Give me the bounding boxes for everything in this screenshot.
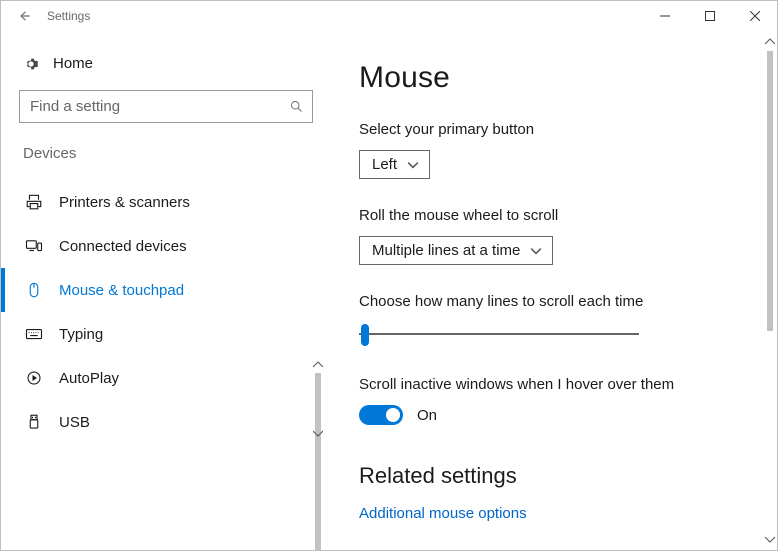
sidebar-item-autoplay[interactable]: AutoPlay xyxy=(19,356,315,400)
toggle-knob xyxy=(386,408,400,422)
devices-icon xyxy=(25,237,43,255)
sidebar-item-mouse[interactable]: Mouse & touchpad xyxy=(19,268,315,312)
scroll-mode-value: Multiple lines at a time xyxy=(372,242,520,259)
sidebar: Home Devices Printers & scanners xyxy=(1,31,323,550)
mouse-icon xyxy=(25,281,43,299)
main-content: Mouse Select your primary button Left Ro… xyxy=(323,31,777,550)
search-input[interactable] xyxy=(30,98,289,115)
arrow-left-icon xyxy=(18,9,32,23)
home-nav[interactable]: Home xyxy=(19,49,323,90)
window-controls xyxy=(642,1,777,31)
maximize-icon xyxy=(705,11,715,21)
search-box[interactable] xyxy=(19,90,313,123)
chevron-down-icon xyxy=(530,245,542,257)
primary-button-label: Select your primary button xyxy=(359,121,777,138)
maximize-button[interactable] xyxy=(687,1,732,31)
sidebar-item-label: AutoPlay xyxy=(59,370,119,387)
sidebar-item-label: Printers & scanners xyxy=(59,194,190,211)
search-icon xyxy=(289,99,304,114)
scroll-mode-label: Roll the mouse wheel to scroll xyxy=(359,207,777,224)
additional-mouse-options-link[interactable]: Additional mouse options xyxy=(359,505,777,522)
sidebar-item-typing[interactable]: Typing xyxy=(19,312,315,356)
category-label: Devices xyxy=(19,145,323,162)
related-heading: Related settings xyxy=(359,463,777,489)
window-title: Settings xyxy=(47,9,90,23)
page-heading: Mouse xyxy=(359,61,777,95)
scrollbar-arrow-up-icon[interactable] xyxy=(313,360,323,370)
body: Home Devices Printers & scanners xyxy=(1,31,777,550)
gear-icon xyxy=(23,56,39,72)
slider-thumb[interactable] xyxy=(361,324,369,346)
printer-icon xyxy=(25,193,43,211)
minimize-icon xyxy=(660,11,670,21)
scrollbar-arrow-down-icon[interactable] xyxy=(765,534,775,544)
toggle-state-label: On xyxy=(417,407,437,424)
nav-list: Printers & scanners Connected devices Mo… xyxy=(19,180,323,444)
close-button[interactable] xyxy=(732,1,777,31)
autoplay-icon xyxy=(25,369,43,387)
titlebar: Settings xyxy=(1,1,777,31)
sidebar-item-label: Typing xyxy=(59,326,103,343)
scroll-mode-combo[interactable]: Multiple lines at a time xyxy=(359,236,553,265)
scrollbar-arrow-down-icon[interactable] xyxy=(313,428,323,438)
close-icon xyxy=(750,11,760,21)
inactive-scroll-toggle[interactable] xyxy=(359,405,403,425)
home-label: Home xyxy=(53,55,93,72)
scrollbar-thumb[interactable] xyxy=(767,51,773,331)
chevron-down-icon xyxy=(407,159,419,171)
scrollbar-arrow-up-icon[interactable] xyxy=(765,37,775,47)
sidebar-item-printers[interactable]: Printers & scanners xyxy=(19,180,315,224)
scrollbar-thumb[interactable] xyxy=(315,373,321,550)
inactive-scroll-label: Scroll inactive windows when I hover ove… xyxy=(359,376,777,393)
primary-button-value: Left xyxy=(372,156,397,173)
sidebar-item-label: Connected devices xyxy=(59,238,187,255)
sidebar-item-label: USB xyxy=(59,414,90,431)
keyboard-icon xyxy=(25,325,43,343)
minimize-button[interactable] xyxy=(642,1,687,31)
lines-slider[interactable] xyxy=(359,322,639,346)
sidebar-item-label: Mouse & touchpad xyxy=(59,282,184,299)
usb-icon xyxy=(25,413,43,431)
sidebar-item-connected[interactable]: Connected devices xyxy=(19,224,315,268)
lines-slider-label: Choose how many lines to scroll each tim… xyxy=(359,293,777,310)
sidebar-item-usb[interactable]: USB xyxy=(19,400,315,444)
primary-button-combo[interactable]: Left xyxy=(359,150,430,179)
slider-track xyxy=(359,333,639,335)
back-button[interactable] xyxy=(9,1,41,31)
window: Settings Home Devices xyxy=(0,0,778,551)
